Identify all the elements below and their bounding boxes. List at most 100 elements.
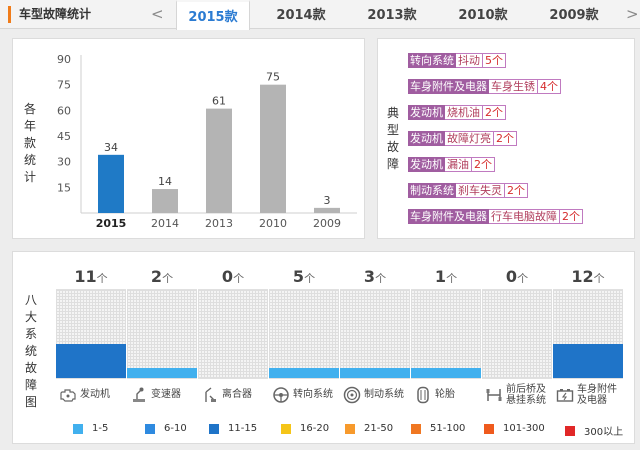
- tab-2013[interactable]: 2013款: [355, 0, 429, 29]
- x-tick-label: 2010: [259, 217, 287, 230]
- fault-count: 2个: [483, 105, 506, 120]
- system-footer: 车身附件 及电器: [553, 378, 623, 410]
- previous-arrow-icon[interactable]: <: [151, 5, 164, 23]
- system-footer: 前后桥及 悬挂系统: [482, 378, 552, 410]
- battery-icon: [556, 388, 574, 402]
- tab-2014[interactable]: 2014款: [264, 0, 338, 29]
- system-name: 制动系统: [364, 389, 404, 400]
- system-footer: 制动系统: [340, 378, 410, 410]
- fault-system-tag: 制动系统: [408, 183, 456, 198]
- system-grid: [411, 290, 481, 378]
- system-count: 0个: [482, 262, 552, 290]
- fault-count: 2个: [505, 183, 528, 198]
- bar-value-label: 61: [212, 95, 226, 108]
- system-column-tire[interactable]: 1个 轮胎: [411, 262, 481, 410]
- page-title: 车型故障统计: [8, 6, 91, 23]
- system-column-brake[interactable]: 3个 制动系统: [340, 262, 410, 410]
- fault-count: 2个: [472, 157, 495, 172]
- legend-swatch: [145, 423, 155, 434]
- year-stats-panel: 各 年 款 统 计 15 30 45 60 75 90 34 2015 14 2014 61 201…: [12, 38, 365, 239]
- fault-item[interactable]: 车身附件及电器 行车电脑故障 2个: [408, 209, 583, 224]
- system-column-steering[interactable]: 5个 转向系统: [269, 262, 339, 410]
- fault-item[interactable]: 发动机 故障灯亮 2个: [408, 131, 517, 146]
- system-column-gearbox[interactable]: 2个 变速器: [127, 262, 197, 410]
- fault-symptom: 漏油: [445, 157, 472, 172]
- year-bar-chart: 15 30 45 60 75 90 34 2015 14 2014 61 2013 75 2010 3 20…: [57, 53, 357, 230]
- tab-2010[interactable]: 2010款: [446, 0, 520, 29]
- fault-symptom: 刹车失灵: [456, 183, 505, 198]
- x-tick-label: 2013: [205, 217, 233, 230]
- x-tick-label: 2015: [96, 217, 127, 230]
- tab-2015[interactable]: 2015款: [176, 0, 250, 30]
- bar: [98, 154, 124, 213]
- system-fill-bar: [553, 344, 623, 378]
- fault-symptom: 烧机油: [445, 105, 483, 120]
- steering-wheel-icon: [273, 386, 289, 403]
- tab-2009[interactable]: 2009款: [537, 0, 611, 29]
- fault-symptom: 车身生锈: [489, 79, 538, 94]
- legend-swatch: [345, 423, 355, 434]
- bar-value-label: 75: [266, 71, 280, 84]
- system-grid: [340, 290, 410, 378]
- system-fill-bar: [269, 368, 339, 378]
- system-name: 离合器: [222, 389, 252, 400]
- system-count: 2个: [127, 262, 197, 290]
- legend-swatch: [411, 423, 421, 434]
- legend-swatch: [281, 423, 291, 434]
- header-bar: 车型故障统计 < 2015款 2014款 2013款 2010款 2009款 >: [0, 0, 640, 30]
- legend-swatch: [209, 423, 219, 434]
- system-footer: 转向系统: [269, 378, 339, 410]
- system-column-clutch[interactable]: 0个 离合器: [198, 262, 268, 410]
- fault-item[interactable]: 发动机 漏油 2个: [408, 157, 495, 172]
- y-tick-label: 45: [57, 130, 71, 143]
- system-count: 12个: [553, 262, 623, 290]
- system-column-engine[interactable]: 11个 发动机: [56, 262, 126, 410]
- tire-icon: [417, 386, 429, 403]
- legend-item: 11-15: [209, 423, 257, 434]
- typical-faults-label: 典 型 故 障: [386, 106, 399, 171]
- system-fill-bar: [56, 344, 126, 378]
- bar-value-label: 3: [324, 194, 331, 207]
- system-fill-bar: [340, 368, 410, 378]
- fault-symptom: 故障灯亮: [445, 131, 494, 146]
- fault-item[interactable]: 发动机 烧机油 2个: [408, 105, 506, 120]
- system-count: 3个: [340, 262, 410, 290]
- bar: [260, 84, 286, 213]
- system-grid: [482, 290, 552, 378]
- bar-value-label: 34: [104, 141, 118, 154]
- system-grid: [198, 290, 268, 378]
- brake-disc-icon: [343, 386, 361, 403]
- bar-value-label: 14: [158, 175, 172, 188]
- engine-icon: [60, 388, 76, 402]
- fault-system-tag: 发动机: [408, 105, 445, 120]
- legend: 1-5 6-10 11-15 16-20 21-50 51-100 101-30…: [73, 423, 633, 438]
- fault-system-tag: 转向系统: [408, 53, 456, 68]
- fault-system-tag: 发动机: [408, 157, 445, 172]
- fault-system-tag: 发动机: [408, 131, 445, 146]
- legend-swatch: [484, 423, 494, 434]
- legend-item: 6-10: [145, 423, 187, 434]
- system-footer: 离合器: [198, 378, 268, 410]
- suspension-icon: [486, 388, 502, 401]
- system-count: 1个: [411, 262, 481, 290]
- system-footer: 发动机: [56, 378, 126, 410]
- eight-systems-panel: 八 大 系 统 故 障 图 11个 发动机 2个 变速器 0个 离合器 5个 转…: [12, 251, 635, 444]
- fault-symptom: 抖动: [456, 53, 483, 68]
- bar: [206, 108, 232, 213]
- next-arrow-icon[interactable]: >: [626, 5, 639, 23]
- y-tick-label: 30: [57, 156, 71, 169]
- system-count: 11个: [56, 262, 126, 290]
- fault-count: 4个: [538, 79, 561, 94]
- fault-item[interactable]: 制动系统 刹车失灵 2个: [408, 183, 528, 198]
- system-column-body-electrics[interactable]: 12个 车身附件 及电器: [553, 262, 623, 410]
- fault-item[interactable]: 车身附件及电器 车身生锈 4个: [408, 79, 561, 94]
- system-column-suspension[interactable]: 0个 前后桥及 悬挂系统: [482, 262, 552, 410]
- chart-bars: 34 2015 14 2014 61 2013 75 2010 3 2009: [96, 71, 341, 230]
- system-fill-bar: [411, 368, 481, 378]
- fault-symptom: 行车电脑故障: [489, 209, 560, 224]
- system-fill-bar: [127, 368, 197, 378]
- gearbox-icon: [133, 387, 145, 402]
- fault-item[interactable]: 转向系统 抖动 5个: [408, 53, 506, 68]
- y-tick-label: 15: [57, 181, 71, 194]
- legend-item: 51-100: [411, 423, 465, 434]
